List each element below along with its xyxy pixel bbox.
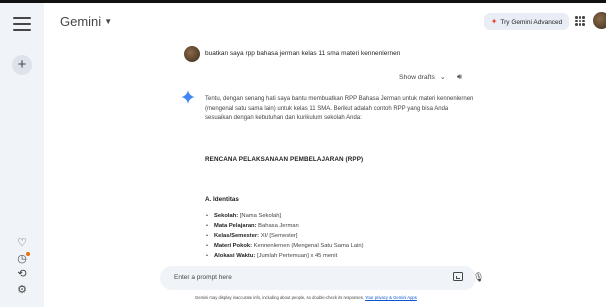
rpp-title: RENCANA PELAKSANAAN PEMBELAJARAN (RPP) [205,156,364,163]
image-upload-icon[interactable] [453,272,463,281]
response-intro: Tentu, dengan senang hati saya bantu mem… [205,96,474,121]
show-drafts-label: Show drafts [399,74,435,81]
item-label: Mata Pelajaran: [214,223,257,229]
sidebar: + ♡ ◷ ⟲ ⚙ [0,3,44,307]
brand-label: Gemini [60,14,102,29]
list-item: Sekolah: [Nama Sekolah] [205,211,475,221]
response-body: Tentu, dengan senang hati saya bantu mem… [205,95,475,124]
notification-dot [26,252,30,256]
list-item: Materi Pokok: Kennenlernen (Mengenal Sat… [205,241,475,251]
list-item: Mata Pelajaran: Bahasa Jerman [205,221,475,231]
activity-icon[interactable]: ◷ [15,252,30,266]
item-value: XI/ [Semester] [259,233,298,239]
disclaimer: Gemini may display inaccurate info, incl… [195,295,417,300]
speaker-icon[interactable]: 🔊︎ [457,72,462,82]
brand-dropdown[interactable]: Gemini ▼ [60,14,112,29]
list-item: Kelas/Semester: XI/ [Semester] [205,231,475,241]
caret-down-icon: ▼ [104,17,113,26]
prompt-input[interactable]: Enter a prompt here 🎙︎ [160,266,484,290]
try-advanced-button[interactable]: ✦ Try Gemini Advanced [484,13,569,30]
item-label: Alokasi Waktu: [214,253,256,259]
show-drafts-button[interactable]: Show drafts ⌄ [399,73,446,81]
apps-grid-icon[interactable] [575,16,586,27]
chevron-down-icon: ⌄ [439,74,446,81]
item-label: Materi Pokok: [214,243,253,249]
item-value: Bahasa Jerman [256,223,299,229]
user-prompt-text: buatkan saya rpp bahasa jerman kelas 11 … [205,50,401,57]
new-chat-button[interactable]: + [12,55,32,75]
item-value: [Jumlah Pertemuan] x 45 menit [255,253,338,259]
history-icon[interactable]: ⟲ [15,267,29,281]
list-item: Alokasi Waktu: [Jumlah Pertemuan] x 45 m… [205,251,475,261]
item-label: Sekolah: [214,213,239,219]
item-value: [Nama Sekolah] [238,213,282,219]
item-label: Kelas/Semester: [214,233,260,239]
sparkle-icon: ✦ [490,17,498,26]
try-advanced-label: Try Gemini Advanced [500,19,563,26]
account-avatar[interactable] [593,12,606,29]
section-heading: A. Identitas [205,196,239,203]
settings-icon[interactable]: ⚙ [15,283,29,297]
microphone-icon[interactable]: 🎙︎ [473,272,484,283]
window-top-border [0,0,606,3]
disclaimer-text: Gemini may display inaccurate info, incl… [195,295,366,300]
heart-icon[interactable]: ♡ [15,236,29,250]
user-avatar [184,46,200,62]
menu-icon[interactable] [13,17,31,31]
prompt-placeholder: Enter a prompt here [174,274,232,281]
gemini-star-icon [181,90,195,104]
privacy-link[interactable]: Your privacy & Gemini Apps [365,295,417,300]
item-value: Kennenlernen (Mengenal Satu Sama Lain) [252,243,364,249]
identity-list: Sekolah: [Nama Sekolah] Mata Pelajaran: … [205,211,475,261]
